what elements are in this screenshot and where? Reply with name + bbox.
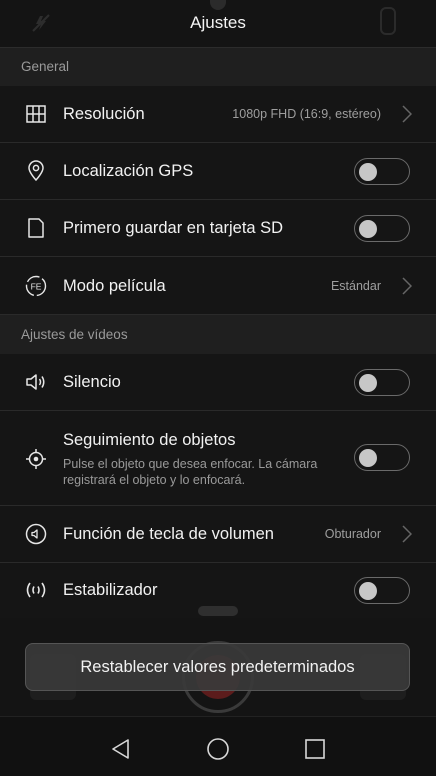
section-header-general: General [0,48,436,87]
top-bar: Ajustes [0,0,436,48]
setting-mute[interactable]: Silencio [0,354,436,411]
setting-value: 1080p FHD (16:9, estéreo) [232,107,381,121]
stabilizer-icon [26,582,46,598]
setting-value: Obturador [324,527,381,541]
setting-label: Localización GPS [63,162,194,180]
section-title: Ajustes de vídeos [21,327,128,342]
section-header-videos: Ajustes de vídeos [0,315,436,355]
setting-sd-card[interactable]: Primero guardar en tarjeta SD [0,200,436,257]
setting-label: Resolución [63,105,145,123]
toggle-knob [359,373,377,392]
switch-camera-icon [380,7,396,35]
setting-label: Silencio [63,373,121,391]
setting-label: Función de tecla de volumen [63,525,274,543]
setting-label: Modo película [63,277,166,295]
toggle-knob [359,162,377,181]
chevron-right-icon [402,525,412,543]
stabilizer-toggle[interactable] [354,577,410,604]
page-title: Ajustes [190,13,246,32]
setting-label: Primero guardar en tarjeta SD [63,219,284,237]
recents-square-icon[interactable] [303,737,327,761]
toggle-knob [359,219,377,238]
home-circle-icon[interactable] [206,737,230,761]
volume-key-icon [25,523,47,545]
reset-defaults-button[interactable]: Restablecer valores predeterminados [25,643,410,691]
gps-toggle[interactable] [354,158,410,185]
chevron-right-icon [402,105,412,123]
chevron-right-icon [402,277,412,295]
camera-notch [210,0,226,10]
back-triangle-icon[interactable] [109,737,133,761]
speaker-icon [26,374,45,390]
target-icon [26,449,46,469]
setting-label: Estabilizador [63,581,158,599]
setting-description: Pulse el objeto que desea enfocar. La cá… [63,457,318,487]
toggle-knob [359,581,377,600]
setting-volume-key[interactable]: Función de tecla de volumen Obturador [0,506,436,563]
section-title: General [21,59,70,74]
mute-toggle[interactable] [354,369,410,396]
setting-resolution[interactable]: Resolución 1080p FHD (16:9, estéreo) [0,86,436,143]
sd-card-toggle[interactable] [354,215,410,242]
setting-value: Estándar [330,279,381,293]
setting-object-tracking[interactable]: Seguimiento de objetos Pulse el objeto q… [0,411,436,506]
navigation-bar [0,716,436,776]
location-pin-icon [28,160,44,182]
grid-icon [26,105,46,123]
svg-text:FE: FE [31,282,42,292]
setting-gps[interactable]: Localización GPS [0,143,436,200]
tracking-toggle[interactable] [354,444,410,471]
setting-film-mode[interactable]: FE Modo película Estándar [0,257,436,315]
setting-label: Seguimiento de objetos [63,431,236,449]
drag-handle[interactable] [198,606,238,616]
film-mode-icon: FE [25,275,47,297]
toggle-knob [359,448,377,467]
sd-card-icon [28,218,44,238]
